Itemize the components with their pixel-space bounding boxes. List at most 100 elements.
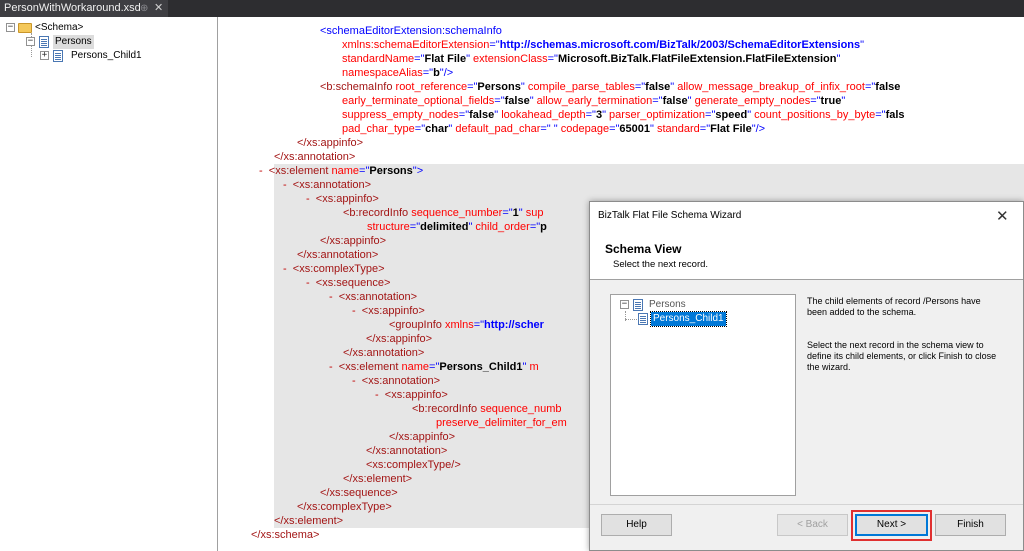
- wizard-description: The child elements of record /Persons ha…: [807, 296, 1003, 384]
- collapse-icon[interactable]: -: [352, 375, 356, 387]
- collapse-icon[interactable]: -: [306, 193, 310, 205]
- xml-value: p: [540, 221, 547, 233]
- xml-value: false: [875, 81, 901, 93]
- xml-value: Microsoft.BizTalk.FlatFileExtension.Flat…: [557, 53, 837, 65]
- code-line: </xs:annotation>: [274, 150, 355, 164]
- tree-label-persons-child1[interactable]: Persons_Child1: [650, 311, 727, 327]
- code-line: </xs:annotation>: [297, 248, 378, 262]
- xml-attr: default_pad_char: [455, 123, 541, 135]
- code-line: </xs:appinfo>: [366, 332, 432, 346]
- document-tab-title[interactable]: PersonWithWorkaround.xsd: [4, 0, 141, 17]
- xml-attr: extensionClass: [473, 53, 548, 65]
- xml-attr: pad_char_type: [342, 123, 415, 135]
- xml-tag: </xs:sequence>: [320, 487, 398, 499]
- xml-attr: allow_message_breakup_of_infix_root: [677, 81, 865, 93]
- collapse-icon[interactable]: -: [306, 277, 310, 289]
- xml-tag: </xs:annotation>: [297, 249, 379, 261]
- xml-attr: lookahead_depth: [501, 109, 586, 121]
- xml-value: http://scher: [484, 319, 544, 331]
- xml-attr: namespaceAlias: [342, 67, 423, 79]
- code-line: - <xs:appinfo>: [352, 304, 425, 318]
- collapse-icon[interactable]: −: [6, 23, 15, 32]
- xml-attr: sequence_number: [411, 207, 503, 219]
- tree-label-persons[interactable]: Persons: [53, 35, 94, 49]
- code-line: - <xs:annotation>: [352, 374, 440, 388]
- xml-tag: </xs:annotation>: [343, 347, 425, 359]
- tree-node-persons[interactable]: − Persons: [620, 298, 770, 312]
- xml-tag: <xs:element: [268, 165, 329, 177]
- xml-punc: />: [755, 123, 766, 135]
- code-line: xmlns:schemaEditorExtension="http://sche…: [342, 39, 865, 51]
- xml-punc: />: [443, 67, 454, 79]
- xml-value: http://schemas.microsoft.com/BizTalk/200…: [499, 39, 861, 51]
- xml-attr: sup: [525, 207, 544, 219]
- collapse-icon[interactable]: -: [375, 389, 379, 401]
- code-line: </xs:annotation>: [366, 444, 447, 458]
- collapse-icon[interactable]: -: [283, 263, 287, 275]
- tree-node-persons-child1[interactable]: Persons_Child1: [625, 311, 775, 327]
- xml-tag: <xs:sequence>: [315, 277, 391, 289]
- xml-tag: </xs:element>: [274, 515, 344, 527]
- tree-label-persons[interactable]: Persons: [649, 298, 686, 312]
- xml-value: delimited: [420, 221, 469, 233]
- xml-attr: structure: [367, 221, 410, 233]
- code-line: <schemaEditorExtension:schemaInfo: [320, 24, 502, 38]
- collapse-icon[interactable]: −: [620, 300, 629, 309]
- tree-node-schema[interactable]: − <Schema>: [6, 21, 206, 35]
- close-icon[interactable]: ✕: [996, 207, 1009, 225]
- close-tab-icon[interactable]: ✕: [154, 0, 163, 17]
- xml-tag: <xs:annotation>: [361, 375, 441, 387]
- code-line: </xs:complexType>: [297, 500, 392, 514]
- next-button[interactable]: Next >: [855, 514, 928, 536]
- schema-view-tree[interactable]: − Persons Persons_Child1: [610, 294, 796, 496]
- tree-node-persons-child1[interactable]: + Persons_Child1: [40, 49, 210, 63]
- pin-icon[interactable]: ⊕: [140, 0, 148, 17]
- expand-icon[interactable]: +: [40, 51, 49, 60]
- xml-attr: generate_empty_nodes: [694, 95, 811, 107]
- collapse-icon[interactable]: −: [26, 37, 35, 46]
- xml-value: false: [662, 95, 688, 107]
- tree-label-persons-child1[interactable]: Persons_Child1: [71, 49, 142, 63]
- xml-attr: count_positions_by_byte: [754, 109, 876, 121]
- xml-value: Flat File: [710, 123, 752, 135]
- collapse-icon[interactable]: -: [259, 165, 263, 177]
- collapse-icon[interactable]: -: [329, 291, 333, 303]
- wizard-header: Schema View Select the next record.: [590, 232, 1023, 280]
- code-line: </xs:element>: [274, 514, 343, 528]
- xml-attr: compile_parse_tables: [527, 81, 635, 93]
- tree-label-schema[interactable]: <Schema>: [35, 21, 83, 35]
- help-button[interactable]: Help: [601, 514, 672, 536]
- xml-tag: </xs:complexType>: [297, 501, 392, 513]
- wizard-subheading: Select the next record.: [613, 259, 709, 270]
- back-button[interactable]: < Back: [777, 514, 848, 536]
- xml-attr: child_order: [475, 221, 530, 233]
- document-tab[interactable]: PersonWithWorkaround.xsd ⊕ ✕: [0, 0, 168, 17]
- xml-value: char: [425, 123, 449, 135]
- code-line: </xs:appinfo>: [320, 234, 386, 248]
- xml-value: 65001: [619, 123, 650, 135]
- xml-attr: standard: [656, 123, 700, 135]
- xml-tag: </xs:annotation>: [274, 151, 356, 163]
- record-icon: [53, 50, 63, 62]
- xml-tag: <schemaEditorExtension:schemaInfo: [320, 25, 502, 37]
- xml-tag: </xs:appinfo>: [320, 235, 387, 247]
- tree-node-persons[interactable]: − Persons: [26, 35, 206, 49]
- code-line: <b:recordInfo sequence_numb: [412, 402, 562, 416]
- xml-tag: <b:recordInfo: [343, 207, 409, 219]
- collapse-icon[interactable]: -: [283, 179, 287, 191]
- code-line: <b:recordInfo sequence_number="1" sup: [343, 207, 544, 219]
- xml-tag: <xs:appinfo>: [384, 389, 448, 401]
- collapse-icon[interactable]: -: [329, 361, 333, 373]
- collapse-icon[interactable]: -: [352, 305, 356, 317]
- xml-value: speed: [715, 109, 748, 121]
- code-line: </xs:appinfo>: [297, 136, 363, 150]
- dialog-title: BizTalk Flat File Schema Wizard: [598, 210, 742, 221]
- xml-tag: <b:schemaInfo: [320, 81, 393, 93]
- xml-tag: </xs:element>: [343, 473, 413, 485]
- finish-button[interactable]: Finish: [935, 514, 1006, 536]
- folder-icon: [18, 23, 32, 33]
- xml-attr: preserve_delimiter_for_em: [436, 417, 567, 429]
- flat-file-schema-wizard-dialog: BizTalk Flat File Schema Wizard ✕ Schema…: [589, 201, 1024, 551]
- code-line: - <xs:complexType>: [283, 262, 385, 276]
- xml-attr: allow_early_termination: [536, 95, 653, 107]
